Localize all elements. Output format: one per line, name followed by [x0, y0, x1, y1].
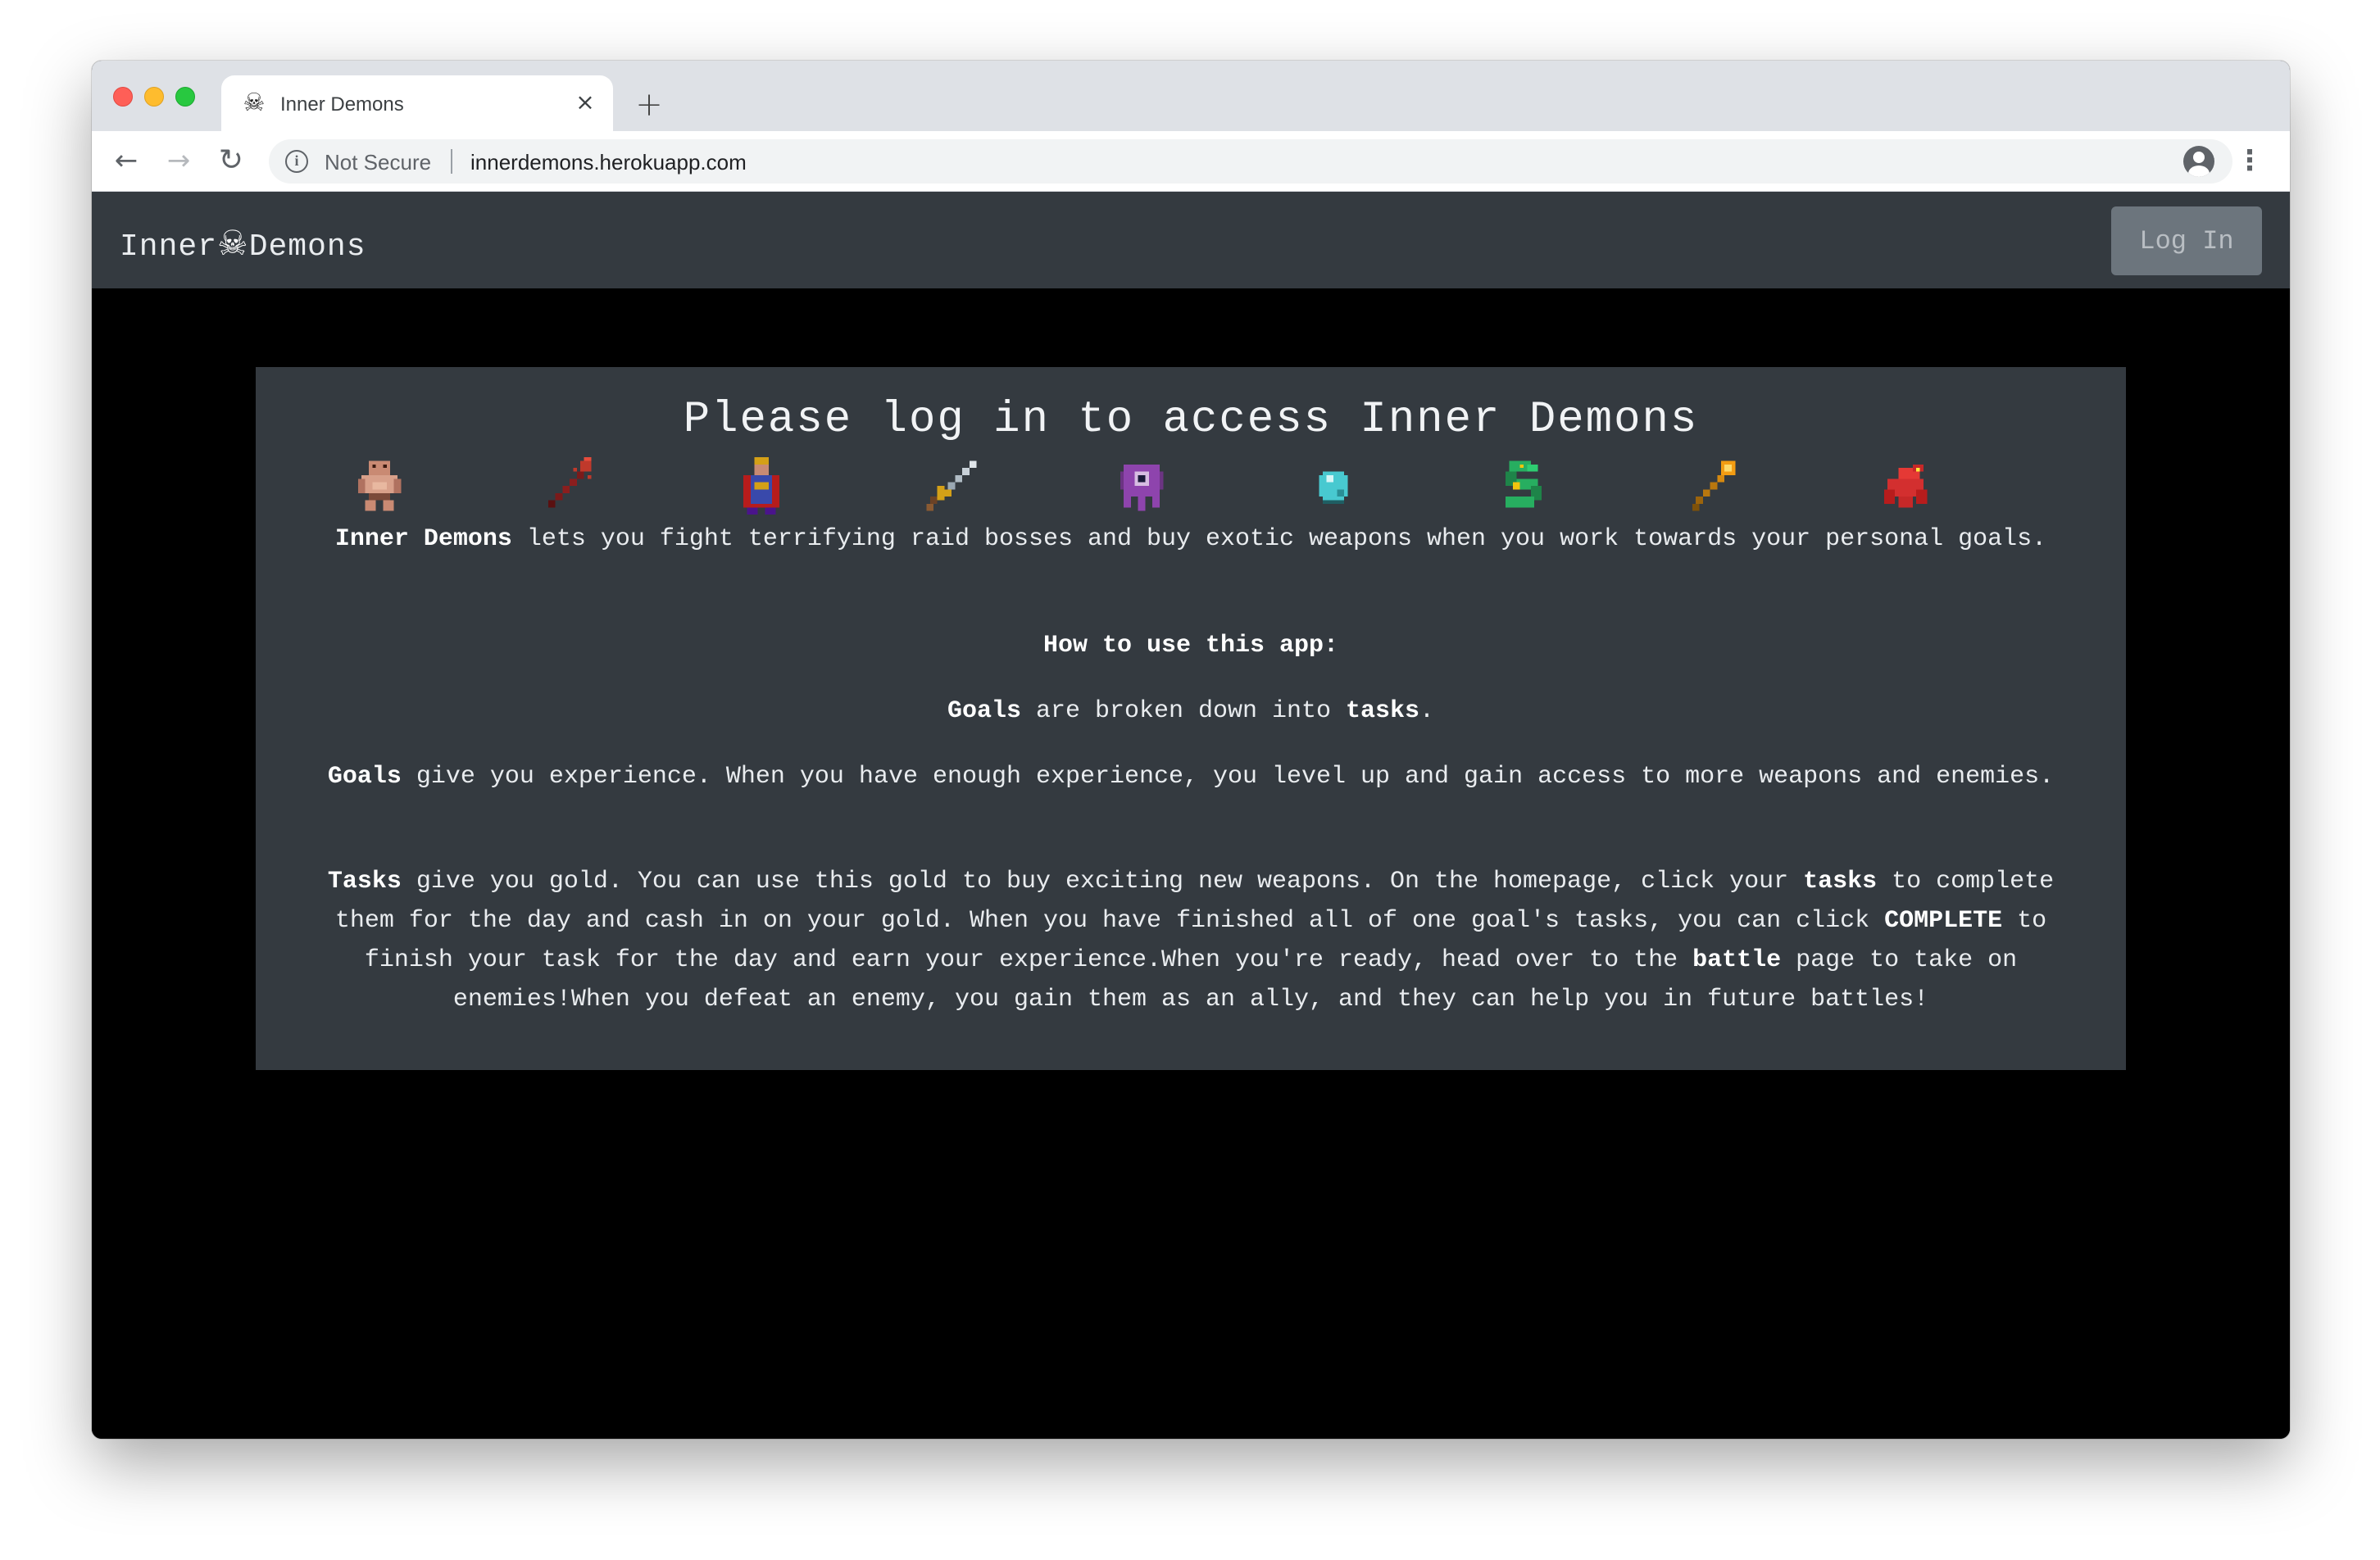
demon-king-sprite: [743, 457, 779, 515]
tasks-para-text-1: give you gold. You can use this gold to …: [401, 868, 1804, 896]
main-content: Please log in to access Inner Demons Inn…: [92, 288, 2290, 1439]
tasks-paragraph: Tasks give you gold. You can use this go…: [256, 862, 2126, 1019]
howto-title: How to use this app:: [256, 626, 2126, 665]
back-arrow-icon[interactable]: ←: [110, 144, 143, 177]
new-tab-button[interactable]: +: [633, 88, 665, 121]
maximize-window-button[interactable]: [175, 87, 195, 107]
complete-bold: COMPLETE: [1884, 907, 2003, 935]
login-button[interactable]: Log In: [2111, 206, 2262, 275]
app-navbar: Inner☠Demons Log In: [92, 192, 2290, 288]
goals-tasks-paragraph: Goals are broken down into tasks.: [256, 692, 2126, 731]
info-icon[interactable]: i: [285, 150, 308, 173]
forward-arrow-icon[interactable]: →: [162, 144, 195, 177]
goals-experience-paragraph: Goals give you experience. When you have…: [256, 757, 2126, 796]
tasks-para-bold-2: tasks: [1803, 868, 1878, 896]
app-name-bold: Inner Demons: [334, 525, 512, 553]
tab-close-icon[interactable]: ×: [572, 89, 598, 116]
golden-staff-sprite: [1692, 460, 1736, 511]
reload-icon[interactable]: ↻: [215, 144, 248, 177]
skull-icon: ☠: [243, 88, 266, 117]
goals-bold: Goals: [947, 697, 1021, 725]
security-label: Not Secure: [325, 150, 432, 175]
sword-sprite: [926, 460, 977, 511]
goals-line-text-2: .: [1419, 697, 1435, 725]
goals-line-text-1: are broken down into: [1020, 697, 1347, 725]
tab-strip: ☠ Inner Demons × +: [92, 61, 2290, 131]
intro-paragraph: Inner Demons lets you fight terrifying r…: [256, 519, 2126, 559]
ogre-sprite: [357, 460, 402, 511]
more-menu-icon[interactable]: ⋮: [2236, 144, 2264, 177]
tab-title: Inner Demons: [280, 93, 404, 116]
tasks-bold: tasks: [1346, 697, 1420, 725]
tasks-para-bold-1: Tasks: [327, 868, 402, 896]
minimize-window-button[interactable]: [144, 87, 164, 107]
intro-text: lets you fight terrifying raid bosses an…: [511, 525, 2047, 553]
red-spear-sprite: [547, 457, 592, 508]
brand-text-left: Inner: [120, 229, 218, 265]
page-heading: Please log in to access Inner Demons: [683, 395, 1699, 445]
brand-text-right: Demons: [248, 229, 366, 265]
url-text[interactable]: innerdemons.herokuapp.com: [470, 150, 747, 175]
goals-exp-text: give you experience. When you have enoug…: [401, 763, 2055, 791]
browser-toolbar: ← → ↻ i Not Secure innerdemons.herokuapp…: [92, 131, 2290, 192]
goals-exp-bold: Goals: [327, 763, 402, 791]
howto-title-text: How to use this app:: [1042, 632, 1339, 660]
brand-link[interactable]: Inner☠Demons: [120, 223, 366, 265]
green-serpent-sprite: [1506, 460, 1542, 508]
sprite-row: [256, 457, 2126, 516]
browser-window: ☠ Inner Demons × + ← → ↻ i Not Secure in…: [92, 61, 2290, 1439]
crystal-orb-sprite: [1319, 471, 1348, 504]
red-dragon-sprite: [1883, 464, 1928, 508]
profile-avatar-icon[interactable]: [2183, 146, 2214, 177]
address-bar[interactable]: i Not Secure innerdemons.herokuapp.com ☆: [269, 139, 2232, 184]
address-divider: [451, 149, 452, 174]
battle-bold: battle: [1692, 946, 1782, 974]
tab-inner-demons[interactable]: ☠ Inner Demons ×: [221, 75, 613, 131]
skull-crossbones-icon: ☠: [217, 223, 249, 263]
login-prompt-card: Please log in to access Inner Demons Inn…: [256, 367, 2126, 1070]
purple-tentacle-sprite: [1120, 464, 1164, 511]
close-window-button[interactable]: [113, 87, 133, 107]
